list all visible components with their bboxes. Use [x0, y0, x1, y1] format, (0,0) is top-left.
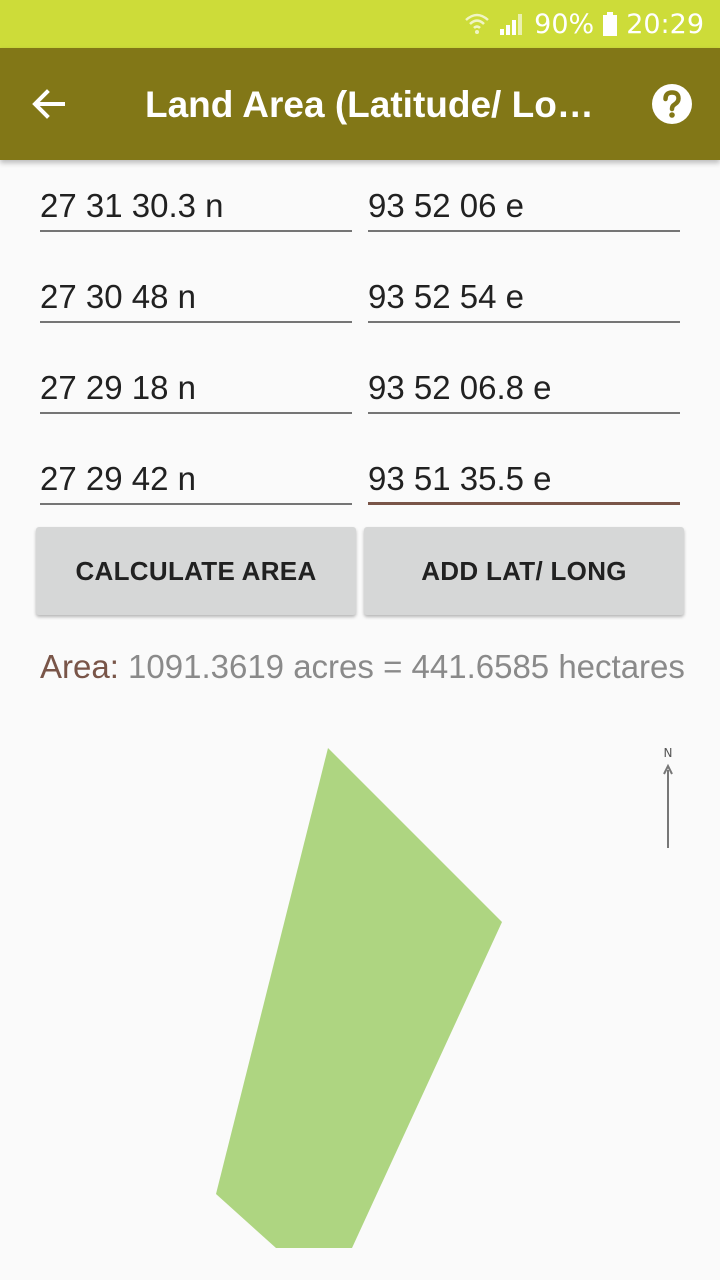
calculate-area-button[interactable]: CALCULATE AREA [36, 527, 356, 615]
help-circle-icon [652, 84, 692, 124]
latitude-field-2[interactable]: 27 30 48 n [40, 271, 352, 323]
north-label: N [664, 746, 673, 760]
signal-icon [498, 11, 526, 37]
page-title: Land Area (Latitude/ Lo… [145, 84, 594, 125]
battery-icon [602, 11, 618, 37]
back-button[interactable] [24, 80, 72, 128]
latitude-field-1[interactable]: 27 31 30.3 n [40, 180, 352, 232]
land-map: N [216, 746, 673, 1248]
longitude-field-4[interactable]: 93 51 35.5 e [368, 453, 680, 505]
latitude-field-3[interactable]: 27 29 18 n [40, 362, 352, 414]
area-label: Area: [40, 648, 119, 685]
land-polygon [216, 748, 502, 1248]
longitude-field-1[interactable]: 93 52 06 e [368, 180, 680, 232]
area-value: 1091.3619 acres = 441.6585 hectares [118, 648, 685, 685]
arrow-back-icon [32, 89, 65, 119]
longitude-field-3[interactable]: 93 52 06.8 e [368, 362, 680, 414]
clock: 20:29 [626, 8, 704, 40]
north-arrow-icon [663, 763, 673, 848]
area-result: Area: 1091.3619 acres = 441.6585 hectare… [40, 644, 690, 690]
longitude-field-2[interactable]: 93 52 54 e [368, 271, 680, 323]
help-button[interactable] [648, 80, 696, 128]
status-bar: 90% 20:29 [0, 0, 720, 48]
battery-percent: 90% [534, 8, 595, 40]
app-bar: Land Area (Latitude/ Lo… [0, 48, 720, 160]
add-lat-long-button[interactable]: ADD LAT/ LONG [364, 527, 684, 615]
latitude-field-4[interactable]: 27 29 42 n [40, 453, 352, 505]
wifi-icon [464, 11, 490, 37]
